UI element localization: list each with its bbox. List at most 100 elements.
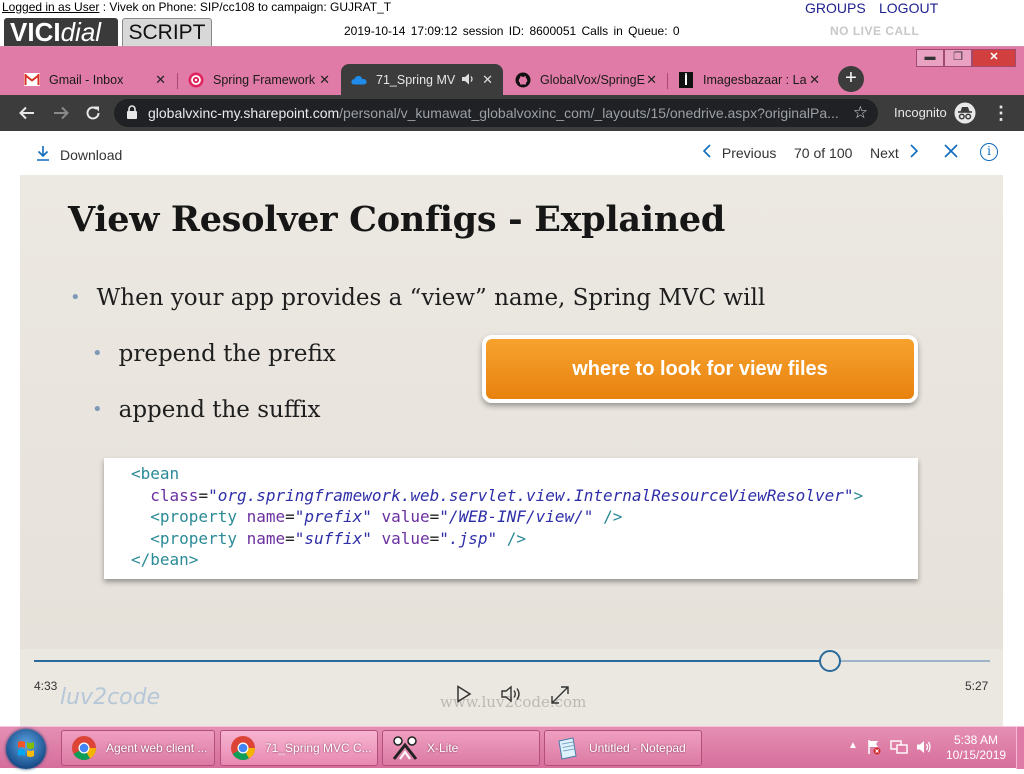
arrow-left-icon: [19, 106, 34, 120]
seek-bar[interactable]: [34, 650, 990, 672]
tab-spring-framework[interactable]: Spring Framework ✕: [178, 64, 340, 95]
page-counter: 70 of 100: [794, 145, 853, 161]
viewer-toolbar: Download Previous 70 of 100 Next i: [0, 131, 1024, 175]
bullet-prefix-text: prepend the prefix: [118, 341, 336, 367]
tab-github[interactable]: GlobalVox/SpringE ✕: [505, 64, 667, 95]
show-desktop-button[interactable]: [1016, 727, 1024, 769]
session-status: 2019-10-14 17:09:12 session ID: 8600051 …: [344, 24, 680, 38]
bullet-dot: •: [92, 399, 103, 420]
audio-playing-icon[interactable]: [461, 72, 475, 89]
previous-label: Previous: [721, 145, 777, 161]
reload-button[interactable]: [84, 104, 102, 125]
close-icon: [944, 144, 958, 158]
xlite-icon: [391, 734, 419, 762]
code-token: >: [853, 485, 864, 505]
chevron-right-icon: [905, 144, 919, 161]
incognito-icon[interactable]: [954, 102, 976, 129]
bullet-dot: •: [92, 343, 103, 364]
code-token: <bean: [131, 464, 180, 483]
tab-close-icon[interactable]: ✕: [155, 72, 166, 88]
vicidial-logo-tab[interactable]: VICIdial: [4, 18, 118, 46]
tab-strip: ▬ ❐ ✕ Gmail - Inbox ✕ Spring Framework ✕…: [0, 47, 1024, 95]
code-token: "/WEB-INF/view/": [439, 507, 594, 526]
groups-link[interactable]: GROUPS: [805, 0, 866, 16]
tab-close-icon[interactable]: ✕: [482, 72, 493, 88]
info-icon[interactable]: i: [980, 143, 998, 161]
download-button[interactable]: Download: [36, 145, 122, 165]
tab-label: GlobalVox/SpringE: [540, 72, 645, 87]
address-bar[interactable]: globalvxinc-my.sharepoint.com/personal/v…: [114, 99, 878, 127]
tab-imagesbazaar[interactable]: Imagesbazaar : La ✕: [668, 64, 830, 95]
new-tab-button[interactable]: +: [838, 66, 864, 92]
seek-handle[interactable]: [819, 650, 842, 672]
bullet-main-text: When your app provides a “view” name, Sp…: [96, 285, 766, 311]
video-stage[interactable]: View Resolver Configs - Explained • When …: [20, 175, 1003, 727]
bookmark-star-icon[interactable]: ☆: [853, 103, 868, 123]
imagesbazaar-icon: [678, 71, 694, 88]
download-icon: [36, 145, 50, 165]
previous-button[interactable]: Previous: [702, 144, 776, 161]
fullscreen-button[interactable]: [550, 685, 570, 710]
url-text: globalvxinc-my.sharepoint.com/personal/v…: [148, 105, 839, 121]
code-token: />: [603, 507, 623, 526]
show-hidden-icons-button[interactable]: ▲: [848, 740, 858, 751]
clock[interactable]: 5:38 AM 10/15/2019: [946, 733, 1006, 763]
windows-logo-icon: [18, 741, 34, 757]
volume-button[interactable]: [500, 685, 524, 708]
current-time: 4:33: [34, 679, 58, 693]
menu-kebab-icon[interactable]: ⋮: [992, 103, 1010, 124]
tab-close-icon[interactable]: ✕: [809, 72, 820, 88]
taskbar-item-notepad[interactable]: Untitled - Notepad: [544, 730, 702, 766]
code-token: <property: [150, 507, 237, 526]
bullet-suffix-text: append the suffix: [118, 397, 321, 423]
logged-in-link[interactable]: Logged in as User: [2, 0, 99, 14]
taskbar-item-label: X-Lite: [427, 741, 459, 755]
video-controls: 4:33 5:27 luv2code www.luv2code.com: [20, 649, 1003, 727]
tab-gmail[interactable]: Gmail - Inbox ✕: [14, 64, 176, 95]
incognito-label: Incognito: [894, 105, 947, 120]
reload-icon: [86, 106, 100, 120]
windows-taskbar: Agent web client ... 71_Spring MVC C... …: [0, 726, 1024, 769]
code-token: value: [381, 507, 430, 526]
volume-tray-icon[interactable]: [916, 739, 932, 758]
taskbar-item-spring-mvc[interactable]: 71_Spring MVC C...: [220, 730, 378, 766]
chevron-left-icon: [702, 144, 716, 161]
taskbar-item-xlite[interactable]: X-Lite: [382, 730, 540, 766]
code-token: name: [246, 507, 286, 526]
minimize-button[interactable]: ▬: [916, 49, 944, 67]
duration: 5:27: [965, 679, 989, 693]
onedrive-viewer: Download Previous 70 of 100 Next i View …: [0, 131, 1024, 727]
chrome-icon: [229, 734, 257, 762]
restore-button[interactable]: ❐: [944, 49, 972, 67]
logo-text-a: VICI: [10, 17, 61, 47]
back-button[interactable]: [18, 104, 36, 125]
github-icon: [515, 72, 531, 88]
tab-close-icon[interactable]: ✕: [646, 72, 657, 88]
logo-text-b: dial: [60, 17, 102, 47]
callout-box: where to look for view files: [482, 335, 918, 403]
forward-button[interactable]: [52, 104, 70, 125]
play-icon: [457, 685, 472, 703]
window-close-button[interactable]: ✕: [972, 49, 1016, 67]
network-icon[interactable]: [890, 739, 908, 758]
taskbar-item-agent-web-client[interactable]: Agent web client ...: [61, 730, 215, 766]
start-button[interactable]: [6, 729, 46, 769]
lock-icon: [126, 105, 138, 124]
tab-label: Imagesbazaar : La: [703, 72, 807, 87]
tab-label: Gmail - Inbox: [49, 72, 124, 87]
notepad-icon: [553, 734, 581, 762]
script-tab[interactable]: SCRIPT: [122, 18, 212, 46]
chrome-icon: [70, 734, 98, 762]
logout-link[interactable]: LOGOUT: [879, 0, 938, 16]
tab-close-icon[interactable]: ✕: [319, 72, 330, 88]
tab-spring-mvc-active[interactable]: 71_Spring MVC ✕: [341, 64, 503, 95]
play-button[interactable]: [456, 685, 472, 708]
code-token: "prefix": [294, 507, 372, 526]
fullscreen-icon: [551, 686, 569, 704]
code-token: </bean>: [131, 550, 199, 569]
next-button[interactable]: Next: [870, 144, 919, 161]
action-center-flag-icon[interactable]: [866, 739, 882, 758]
system-tray: ▲ 5:38 AM 10/15/2019: [840, 727, 1024, 769]
close-viewer-button[interactable]: [944, 142, 958, 163]
seek-progress: [34, 660, 831, 662]
